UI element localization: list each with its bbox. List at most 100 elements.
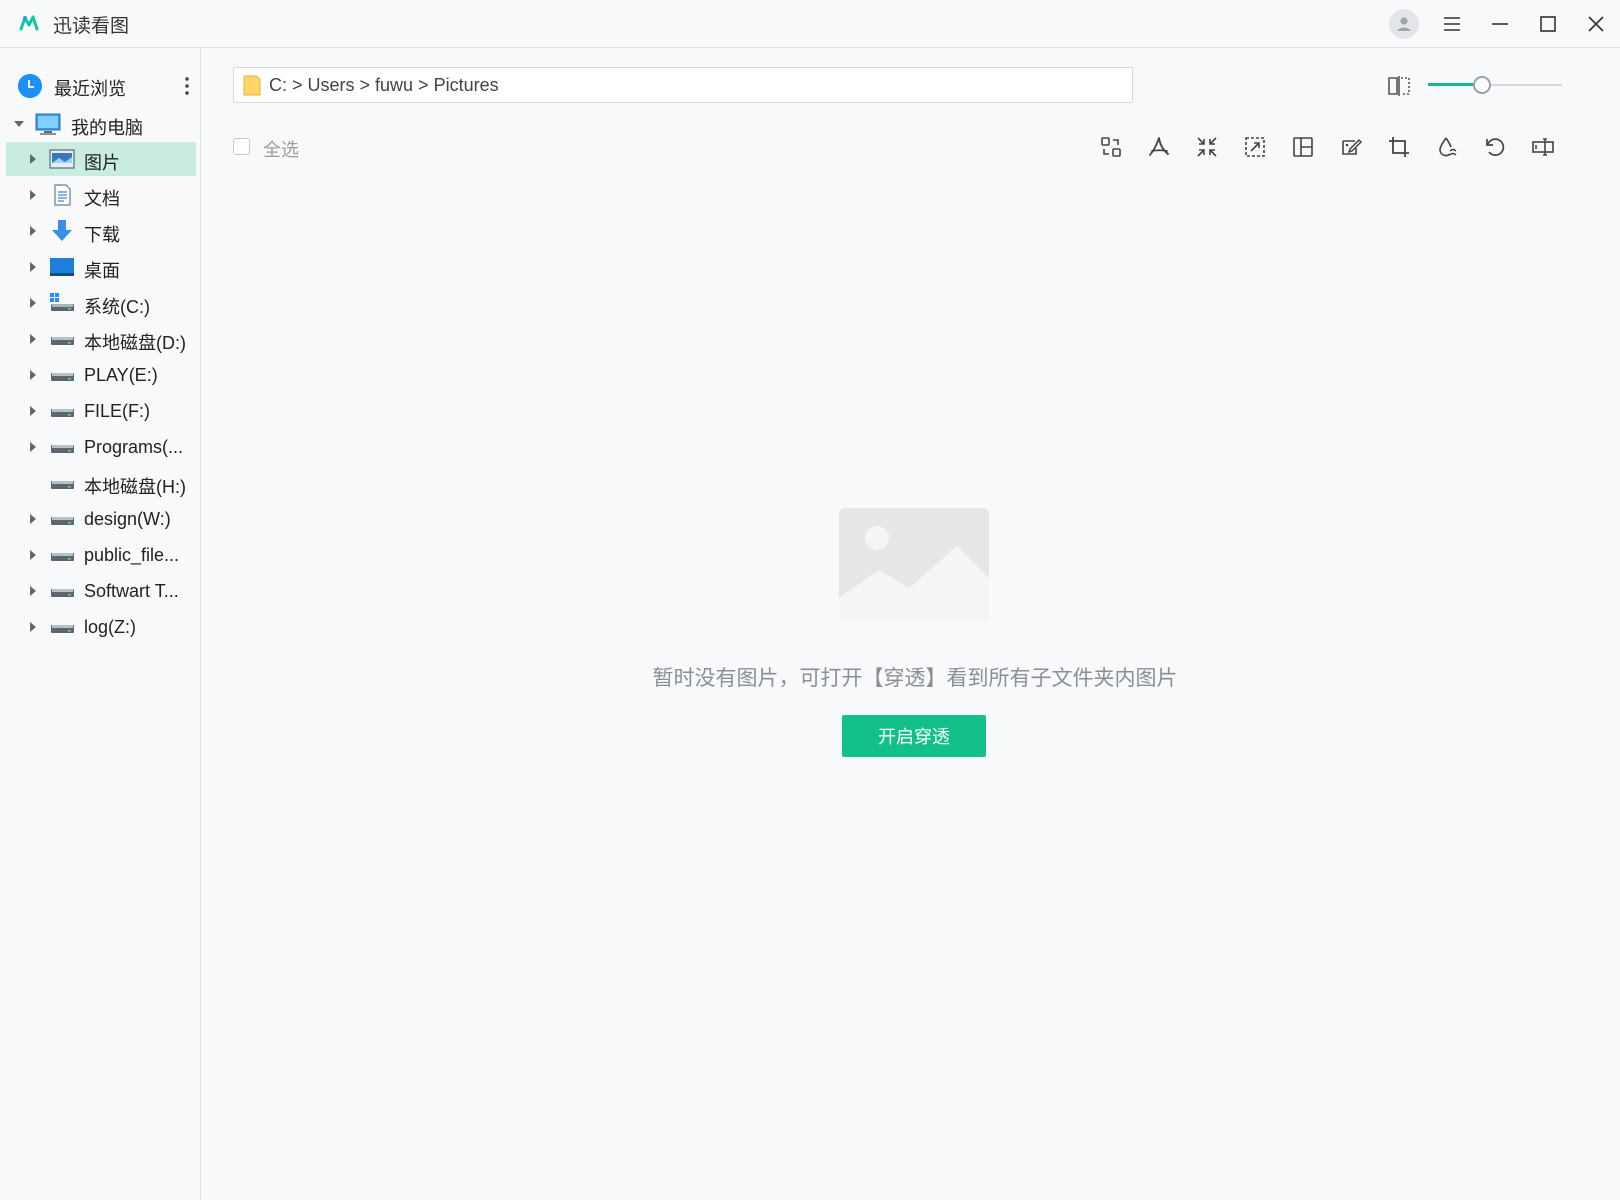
resize-button[interactable]	[1240, 132, 1270, 162]
resize-icon	[1245, 137, 1265, 157]
close-icon	[1588, 16, 1604, 32]
sidebar-item-label: PLAY(E:)	[84, 365, 158, 385]
pdf-icon	[1149, 137, 1169, 156]
slider-thumb[interactable]	[1473, 76, 1491, 94]
expand-arrow-icon[interactable]	[27, 297, 39, 309]
documents-folder-icon	[54, 184, 71, 206]
sidebar-tree-item[interactable]: FILE(F:)	[6, 394, 196, 428]
rename-button[interactable]	[1528, 132, 1558, 162]
expand-arrow-icon[interactable]	[27, 333, 39, 345]
sidebar-tree-item[interactable]: 本地磁盘(H:)	[6, 466, 196, 500]
sidebar-item-label: 桌面	[84, 261, 120, 281]
recent-browse-item[interactable]: 最近浏览	[18, 72, 196, 100]
expand-arrow-icon[interactable]	[27, 261, 39, 273]
sidebar-item-label: 图片	[84, 153, 120, 173]
watermark-button[interactable]	[1432, 132, 1462, 162]
drive-icon	[51, 517, 74, 525]
expanded-arrow-icon[interactable]	[13, 118, 25, 130]
select-all-checkbox[interactable]	[233, 138, 250, 155]
minimize-button[interactable]	[1485, 9, 1515, 39]
drive-icon	[51, 625, 74, 633]
folder-icon	[243, 75, 261, 96]
rotate-icon	[1486, 138, 1505, 156]
expand-arrow-icon[interactable]	[27, 189, 39, 201]
sidebar-item-label: log(Z:)	[84, 617, 137, 637]
expand-arrow-icon[interactable]	[27, 153, 39, 165]
sidebar-item-label: 文档	[84, 189, 120, 209]
sidebar-tree-item[interactable]: public_file...	[6, 538, 196, 572]
clock-icon	[18, 74, 42, 98]
sidebar-item-label: 我的电脑	[71, 118, 143, 138]
rename-icon	[1532, 138, 1554, 156]
sidebar-item-label: design(W:)	[84, 509, 171, 529]
expand-arrow-icon[interactable]	[27, 549, 39, 561]
sidebar-tree-item[interactable]: 系统(C:)	[6, 286, 196, 320]
sidebar-item-label: Programs(...	[84, 437, 184, 457]
expand-arrow-icon[interactable]	[27, 405, 39, 417]
compare-view-icon[interactable]	[1386, 74, 1412, 98]
system-drive-icon	[50, 293, 74, 311]
drive-icon	[51, 445, 74, 453]
crop-icon	[1389, 137, 1409, 157]
expand-arrow-icon[interactable]	[27, 441, 39, 453]
edit-icon	[1342, 138, 1362, 155]
pdf-button[interactable]	[1144, 132, 1174, 162]
expand-arrow-icon[interactable]	[27, 225, 39, 237]
sidebar-item-label: Softwart T...	[84, 581, 179, 601]
desktop-folder-icon	[50, 258, 74, 276]
compress-button[interactable]	[1192, 132, 1222, 162]
maximize-icon	[1540, 16, 1556, 32]
drive-icon	[51, 409, 74, 417]
sidebar-tree-item[interactable]: Softwart T...	[6, 574, 196, 608]
compress-icon	[1197, 137, 1217, 157]
sidebar-tree-item[interactable]: 桌面	[6, 250, 196, 284]
expand-arrow-icon[interactable]	[27, 513, 39, 525]
convert-format-button[interactable]	[1096, 132, 1126, 162]
app-logo-icon	[19, 15, 39, 31]
path-bar[interactable]: C: > Users > fuwu > Pictures	[233, 67, 1133, 103]
sidebar-tree-item[interactable]: design(W:)	[6, 502, 196, 536]
title-bar: 迅读看图	[0, 0, 1620, 48]
sidebar-item-label: 下载	[84, 225, 120, 245]
sidebar-tree-item[interactable]: 图片	[6, 142, 196, 176]
sidebar-item-my-computer[interactable]: 我的电脑	[6, 107, 196, 141]
drive-icon	[51, 337, 74, 345]
watermark-icon	[1439, 137, 1457, 157]
thumbnail-size-slider[interactable]	[1428, 75, 1562, 95]
edit-image-button[interactable]	[1336, 132, 1366, 162]
computer-icon	[35, 113, 61, 135]
sidebar-tree-item[interactable]: 文档	[6, 178, 196, 212]
menu-button[interactable]	[1437, 9, 1467, 39]
sidebar-item-label: 本地磁盘(H:)	[84, 477, 186, 497]
sidebar-tree-item[interactable]: Programs(...	[6, 430, 196, 464]
crop-button[interactable]	[1384, 132, 1414, 162]
user-avatar-button[interactable]	[1389, 9, 1419, 39]
empty-state-message: 暂时没有图片，可打开【穿透】看到所有子文件夹内图片	[652, 667, 1178, 690]
enable-penetration-button[interactable]: 开启穿透	[842, 715, 986, 757]
sidebar-tree-item[interactable]: 本地磁盘(D:)	[6, 322, 196, 356]
collage-icon	[1293, 137, 1313, 157]
drive-icon	[51, 589, 74, 597]
recent-browse-label: 最近浏览	[54, 79, 126, 99]
drive-icon	[51, 481, 74, 489]
sidebar-item-label: 本地磁盘(D:)	[84, 333, 186, 353]
expand-arrow-icon[interactable]	[27, 369, 39, 381]
collage-button[interactable]	[1288, 132, 1318, 162]
close-button[interactable]	[1581, 9, 1611, 39]
path-breadcrumb[interactable]: C: > Users > fuwu > Pictures	[269, 75, 499, 96]
pictures-folder-icon	[49, 149, 75, 169]
select-all-label: 全选	[263, 140, 299, 160]
rotate-button[interactable]	[1480, 132, 1510, 162]
sidebar-tree-item[interactable]: PLAY(E:)	[6, 358, 196, 392]
sidebar-item-label: public_file...	[84, 545, 180, 565]
drive-icon	[51, 373, 74, 381]
sidebar-tree-item[interactable]: log(Z:)	[6, 610, 196, 644]
expand-arrow-icon[interactable]	[27, 585, 39, 597]
download-folder-icon	[52, 220, 72, 241]
menu-icon	[1444, 17, 1460, 31]
maximize-button[interactable]	[1533, 9, 1563, 39]
user-icon	[1397, 17, 1411, 31]
expand-arrow-icon[interactable]	[27, 621, 39, 633]
more-options-icon[interactable]	[175, 74, 199, 98]
sidebar-tree-item[interactable]: 下载	[6, 214, 196, 248]
